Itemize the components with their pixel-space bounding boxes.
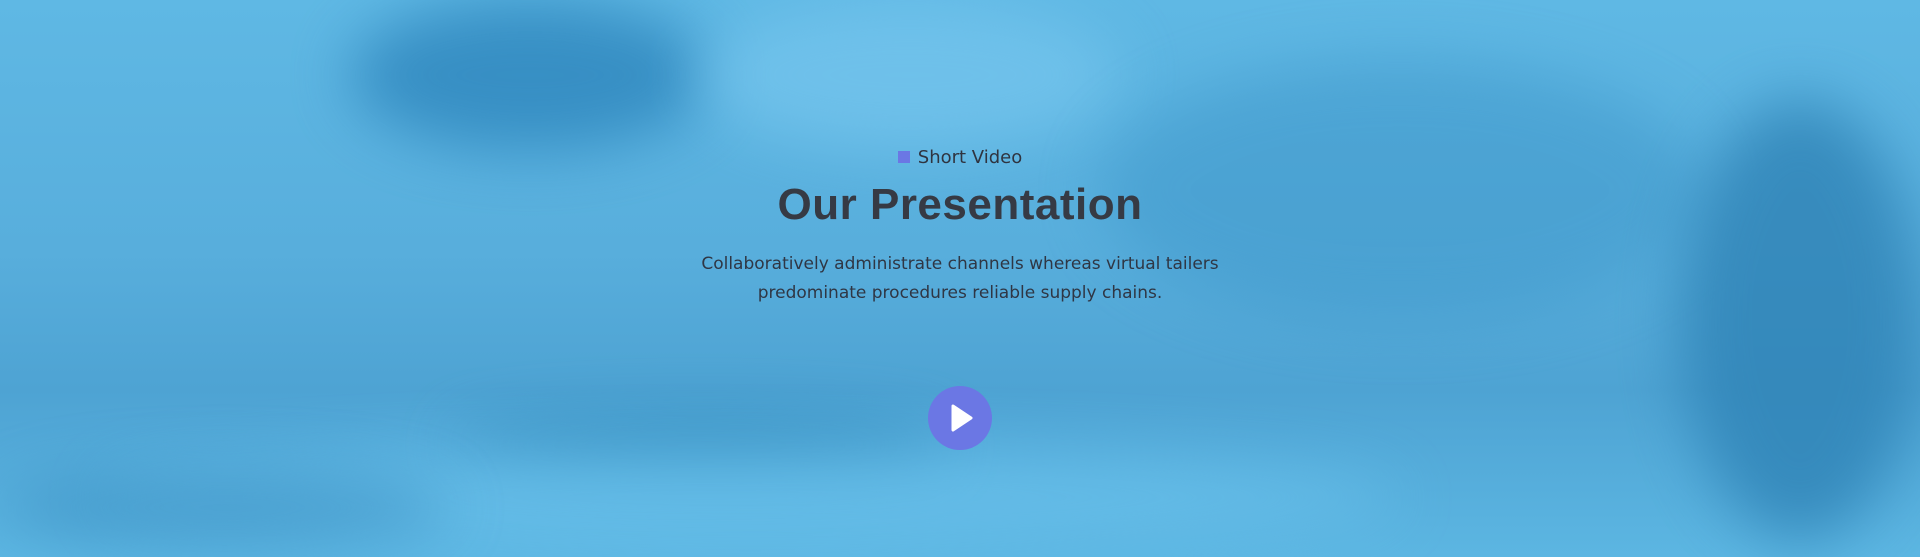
description-line: predominate procedures reliable supply c… (757, 283, 1163, 303)
background-shape (0, 470, 450, 545)
play-video-button[interactable] (928, 386, 992, 450)
background-shape (700, 0, 1120, 150)
section-title: Our Presentation (777, 180, 1143, 229)
background-image (350, 0, 710, 150)
description-line: Collaboratively administrate channels wh… (701, 254, 1219, 274)
section-eyebrow: Short Video (0, 147, 1920, 168)
video-section: Short Video Our Presentation Collaborati… (0, 0, 1920, 557)
section-description: Collaboratively administrate channels wh… (0, 250, 1920, 308)
square-bullet-icon (897, 151, 910, 163)
play-icon (951, 404, 973, 432)
eyebrow-label: Short Video (917, 147, 1023, 168)
